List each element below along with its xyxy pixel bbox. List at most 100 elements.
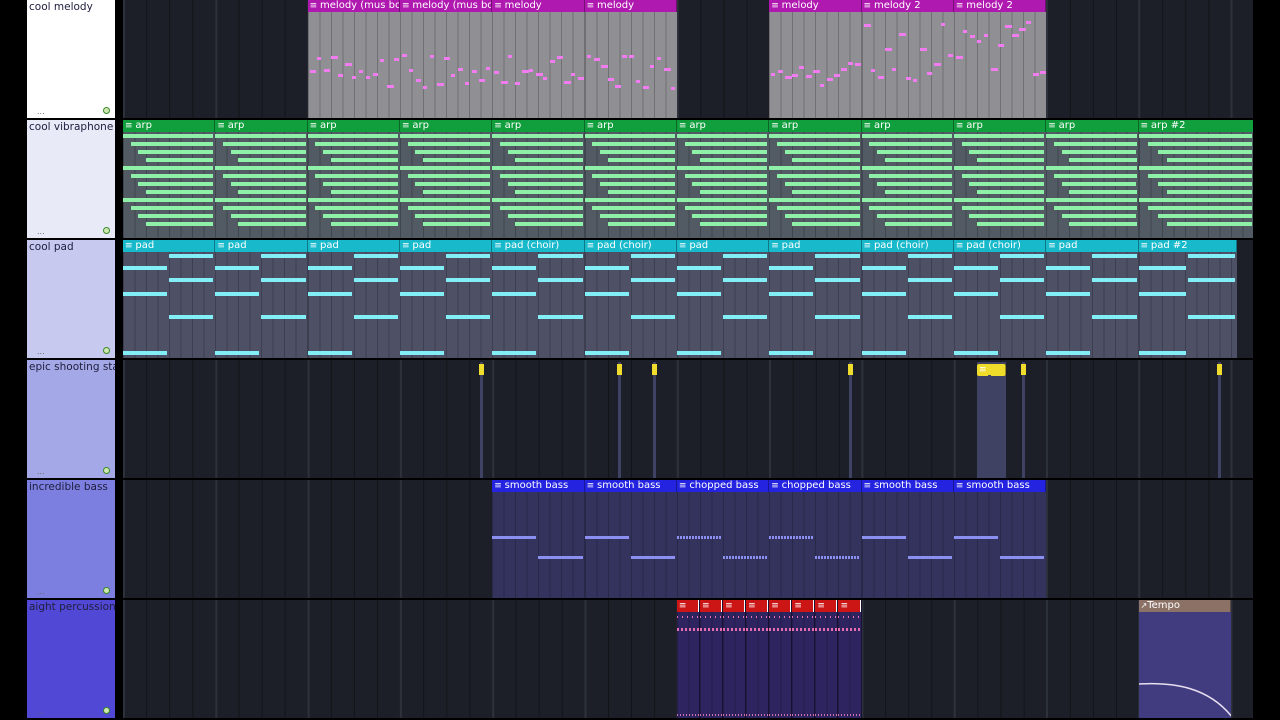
- pattern-clip[interactable]: ≡ pad #2: [1138, 240, 1237, 358]
- pattern-clip[interactable]: ≡ pad: [123, 240, 216, 358]
- track-active-led[interactable]: [103, 707, 110, 714]
- pattern-clip-label: ≡ arp: [584, 120, 677, 132]
- track-settings-dots[interactable]: ...: [37, 468, 45, 476]
- star-marker[interactable]: [478, 362, 484, 478]
- track-header-bass[interactable]: incredible bass...: [27, 480, 115, 598]
- pattern-clip[interactable]: ≡ arp: [492, 120, 585, 238]
- pattern-clip-name: arp: [504, 120, 522, 131]
- star-marker[interactable]: [617, 362, 623, 478]
- track-header-pad[interactable]: cool pad...: [27, 240, 115, 358]
- pattern-clip[interactable]: ≡ arp: [769, 120, 862, 238]
- star-marker[interactable]: [986, 362, 992, 478]
- note-block: [592, 174, 675, 178]
- pattern-clip-name: pad: [135, 240, 155, 251]
- pattern-clip[interactable]: ≡ pad: [1046, 240, 1139, 358]
- pattern-clip[interactable]: ≡ melody: [584, 0, 677, 118]
- track-settings-dots[interactable]: ...: [37, 108, 45, 116]
- track-settings-dots[interactable]: ...: [37, 348, 45, 356]
- note-block: [769, 134, 860, 138]
- pattern-clip[interactable]: ≡ pad (choir): [492, 240, 585, 358]
- track-header-perc[interactable]: aight percussion...: [27, 600, 115, 718]
- pattern-clip[interactable]: ≡ melody (mus box): [399, 0, 493, 118]
- pattern-clip[interactable]: ≡: [838, 600, 862, 718]
- pattern-clip[interactable]: ≡ arp: [399, 120, 493, 238]
- pattern-clip[interactable]: ≡ pad: [769, 240, 862, 358]
- pattern-clip[interactable]: ≡: [976, 362, 1006, 478]
- pattern-clip[interactable]: ≡: [700, 600, 724, 718]
- note-block: [976, 158, 1045, 162]
- pattern-note-area: [399, 132, 493, 238]
- note-block: [478, 79, 485, 82]
- pattern-clip[interactable]: ≡: [723, 600, 747, 718]
- note-block: [723, 278, 768, 282]
- pattern-clip[interactable]: ≡ arp #2: [1138, 120, 1253, 238]
- pattern-clip[interactable]: ≡ pad: [399, 240, 493, 358]
- pattern-clip[interactable]: ≡ chopped bass: [676, 480, 770, 598]
- pattern-clip[interactable]: ≡ arp: [307, 120, 400, 238]
- pattern-icon: ≡: [955, 481, 967, 491]
- note-block: [891, 68, 896, 71]
- pattern-clip[interactable]: ≡ chopped bass: [769, 480, 862, 598]
- pattern-clip[interactable]: ≡ smooth bass: [584, 480, 677, 598]
- track-header-stars[interactable]: epic shooting stars...: [27, 360, 115, 478]
- pattern-clip[interactable]: ≡ arp: [676, 120, 770, 238]
- pattern-icon: ≡: [309, 241, 321, 251]
- note-block: [861, 198, 952, 202]
- note-block: [884, 158, 952, 162]
- track-name: incredible bass: [29, 481, 108, 493]
- star-marker[interactable]: [1021, 362, 1027, 478]
- star-marker[interactable]: [651, 362, 657, 478]
- tempo-automation-clip[interactable]: ↗Tempo: [1138, 600, 1231, 718]
- pattern-clip[interactable]: ≡: [769, 600, 793, 718]
- pattern-clip[interactable]: ≡ smooth bass: [861, 480, 954, 598]
- pattern-clip[interactable]: ≡ arp: [953, 120, 1047, 238]
- pattern-clip[interactable]: ≡ melody 2: [953, 0, 1047, 118]
- note-block: [507, 182, 583, 186]
- pattern-clip[interactable]: ≡ smooth bass: [953, 480, 1047, 598]
- pattern-clip[interactable]: ≡ melody 2: [861, 0, 954, 118]
- track-header-arp[interactable]: cool vibraphone...: [27, 120, 115, 238]
- pattern-clip[interactable]: ≡ arp: [861, 120, 954, 238]
- pattern-clip[interactable]: ≡ pad: [307, 240, 400, 358]
- note-block: [976, 190, 1045, 194]
- note-block: [323, 150, 398, 154]
- pattern-clip[interactable]: ≡ pad (choir): [953, 240, 1047, 358]
- star-marker[interactable]: [848, 362, 854, 478]
- track-active-led[interactable]: [103, 467, 110, 474]
- note-block: [1092, 278, 1137, 282]
- pattern-clip-name: melody 2: [873, 0, 921, 11]
- track-settings-dots[interactable]: ...: [37, 708, 45, 716]
- track-active-led[interactable]: [103, 587, 110, 594]
- note-block: [1061, 182, 1137, 186]
- pattern-clip[interactable]: ≡ melody: [769, 0, 862, 118]
- pattern-clip[interactable]: ≡ pad: [215, 240, 308, 358]
- pattern-clip[interactable]: ≡: [815, 600, 839, 718]
- track-settings-dots[interactable]: ...: [37, 588, 45, 596]
- pattern-clip[interactable]: ≡ arp: [123, 120, 216, 238]
- star-marker[interactable]: [1217, 362, 1223, 478]
- track-active-led[interactable]: [103, 347, 110, 354]
- pattern-clip[interactable]: ≡: [792, 600, 816, 718]
- pattern-clip[interactable]: ≡ melody (mus box): [307, 0, 400, 118]
- pattern-icon: ≡: [494, 241, 505, 251]
- track-header-melody[interactable]: cool melody...: [27, 0, 115, 118]
- pattern-clip[interactable]: ≡: [676, 600, 700, 718]
- pattern-clip[interactable]: ≡ melody: [492, 0, 585, 118]
- track-name: aight percussion: [29, 601, 115, 613]
- note-block: [953, 266, 999, 270]
- pattern-clip[interactable]: ≡ arp: [584, 120, 677, 238]
- note-block: [771, 73, 776, 76]
- pattern-clip[interactable]: ≡ smooth bass: [492, 480, 585, 598]
- pattern-clip[interactable]: ≡ arp: [1046, 120, 1139, 238]
- pattern-clip-name: arp: [412, 120, 429, 131]
- pattern-clip-label: ≡ smooth bass: [861, 480, 954, 492]
- pattern-clip[interactable]: ≡ pad (choir): [584, 240, 677, 358]
- track-active-led[interactable]: [103, 107, 110, 114]
- track-settings-dots[interactable]: ...: [37, 228, 45, 236]
- note-block: [492, 536, 537, 539]
- pattern-clip[interactable]: ≡ pad (choir): [861, 240, 954, 358]
- pattern-clip[interactable]: ≡ arp: [215, 120, 308, 238]
- pattern-clip[interactable]: ≡ pad: [676, 240, 770, 358]
- pattern-clip[interactable]: ≡: [746, 600, 770, 718]
- track-active-led[interactable]: [103, 227, 110, 234]
